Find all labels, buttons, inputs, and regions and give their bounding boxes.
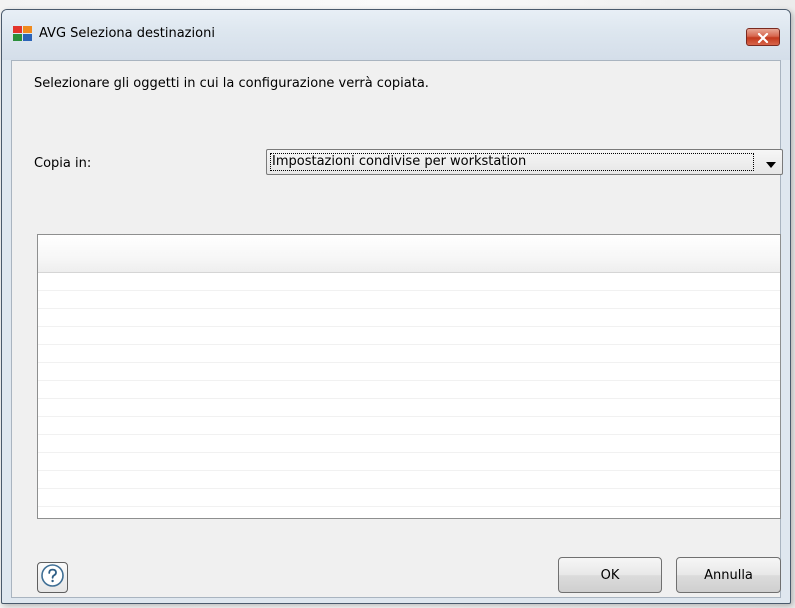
copy-in-label: Copia in: <box>34 156 92 171</box>
list-item <box>38 435 780 453</box>
avg-logo-icon <box>13 26 33 42</box>
title-bar[interactable]: AVG Seleziona destinazioni <box>2 10 790 60</box>
list-item <box>38 327 780 345</box>
list-item <box>38 291 780 309</box>
list-item <box>38 489 780 507</box>
list-item <box>38 273 780 291</box>
window-title: AVG Seleziona destinazioni <box>39 26 215 41</box>
cancel-button[interactable]: Annulla <box>676 557 781 593</box>
list-item <box>38 345 780 363</box>
copy-in-select[interactable]: Impostazioni condivise per workstation <box>266 149 783 175</box>
list-item <box>38 399 780 417</box>
list-item <box>38 417 780 435</box>
close-button[interactable] <box>746 28 780 46</box>
help-button[interactable] <box>37 562 68 593</box>
list-item <box>38 381 780 399</box>
ok-button[interactable]: OK <box>558 557 662 593</box>
chevron-down-icon[interactable] <box>764 156 778 168</box>
targets-list[interactable] <box>37 234 781 519</box>
list-item <box>38 453 780 471</box>
copy-in-select-value: Impostazioni condivise per workstation <box>270 153 754 171</box>
help-icon <box>40 563 65 592</box>
dialog-content: Selezionare gli oggetti in cui la config… <box>11 60 783 598</box>
instruction-text: Selezionare gli oggetti in cui la config… <box>34 76 429 91</box>
close-icon <box>756 28 770 47</box>
desktop: AVG Seleziona destinazioni Selezionare g… <box>0 0 795 608</box>
list-item <box>38 309 780 327</box>
list-item <box>38 471 780 489</box>
list-item <box>38 363 780 381</box>
targets-list-header <box>38 235 780 273</box>
dialog-window: AVG Seleziona destinazioni Selezionare g… <box>1 9 791 604</box>
